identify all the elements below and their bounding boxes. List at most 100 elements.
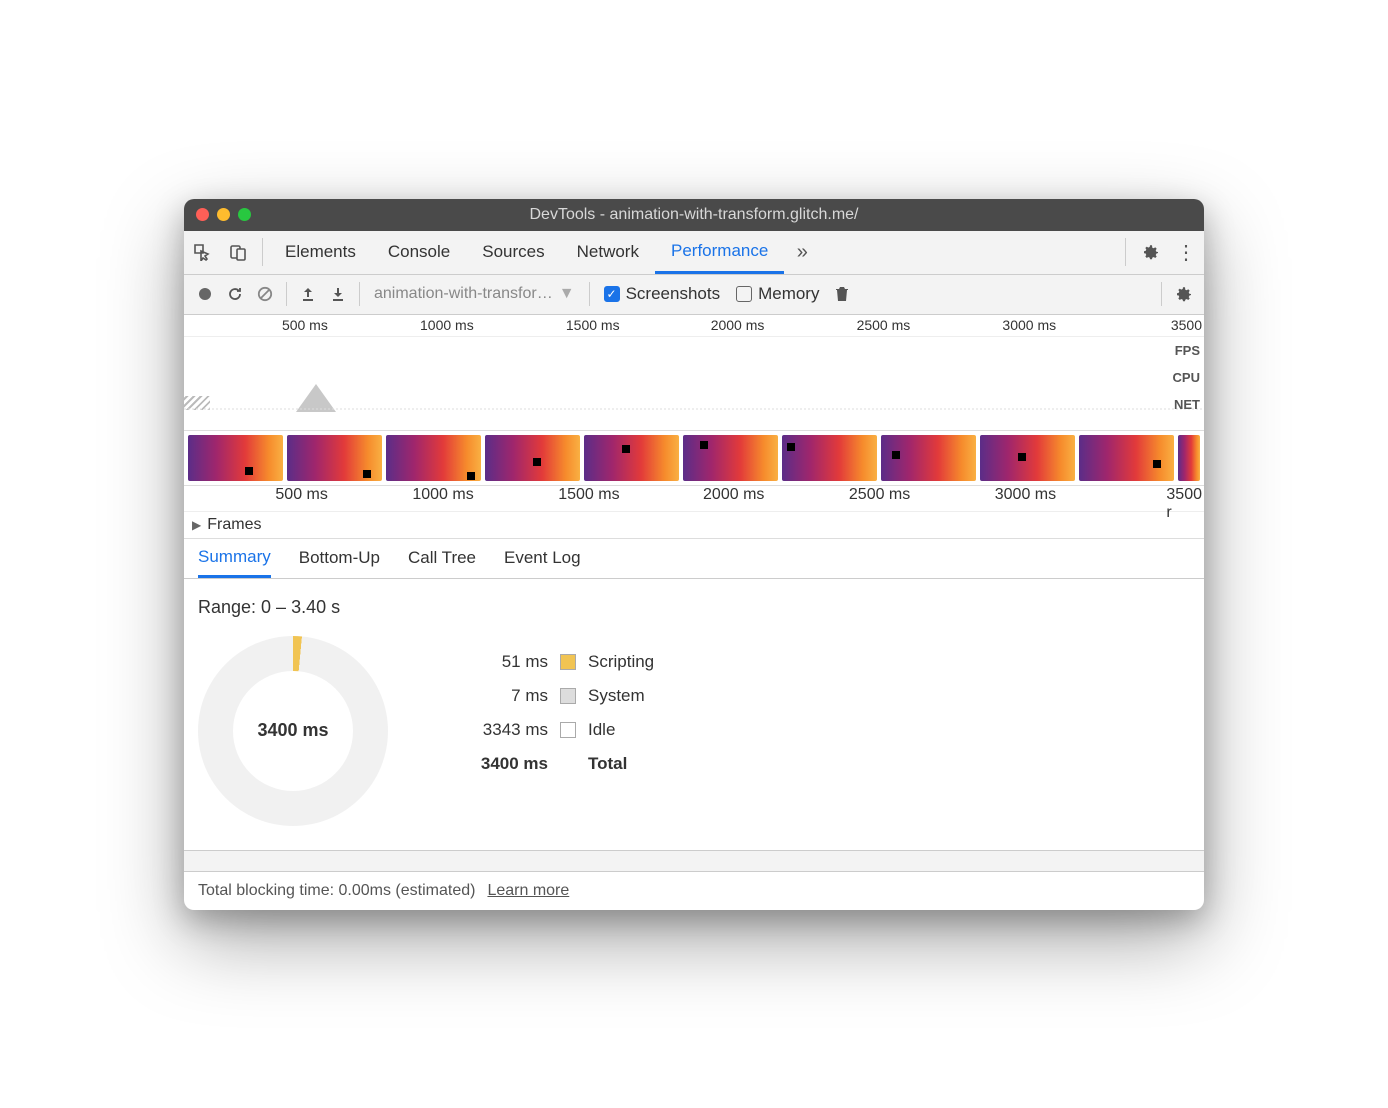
dropdown-icon: ▼ (559, 285, 575, 303)
screenshot-thumb[interactable] (683, 435, 778, 481)
flamechart-ruler[interactable]: 500 ms 1000 ms 1500 ms 2000 ms 2500 ms 3… (184, 486, 1204, 512)
screenshots-toggle[interactable]: ✓ Screenshots (596, 284, 729, 304)
drawer-resize-handle[interactable] (184, 850, 1204, 872)
ruler-tick: 1500 ms (558, 486, 621, 504)
checkbox-checked-icon[interactable]: ✓ (604, 286, 620, 302)
ruler-tick: 500 ms (275, 486, 329, 504)
tab-sources[interactable]: Sources (466, 231, 560, 274)
tab-performance[interactable]: Performance (655, 231, 784, 274)
legend-total-value: 3400 ms (458, 754, 548, 774)
device-toggle-icon[interactable] (220, 231, 256, 274)
ruler-tick: 3500 (1171, 317, 1204, 333)
settings-icon[interactable] (1132, 231, 1168, 274)
legend-value: 7 ms (458, 686, 548, 706)
screenshot-thumb[interactable] (188, 435, 283, 481)
tab-summary[interactable]: Summary (198, 539, 271, 578)
swatch-scripting-icon (560, 654, 576, 670)
ruler-tick: 3500 r (1166, 486, 1204, 522)
tab-bottom-up[interactable]: Bottom-Up (299, 539, 380, 578)
separator (262, 238, 263, 266)
legend-value: 3343 ms (458, 720, 548, 740)
memory-label: Memory (758, 284, 819, 304)
legend-label: System (588, 686, 645, 706)
donut-chart: 3400 ms (198, 636, 388, 826)
inspect-element-icon[interactable] (184, 231, 220, 274)
separator (589, 282, 590, 306)
screenshot-thumb[interactable] (584, 435, 679, 481)
ruler-tick: 2500 ms (849, 486, 912, 504)
tab-elements[interactable]: Elements (269, 231, 372, 274)
reload-icon[interactable] (220, 275, 250, 314)
expand-triangle-icon: ▶ (192, 518, 201, 532)
screenshot-thumb[interactable] (485, 435, 580, 481)
screenshot-thumb[interactable] (881, 435, 976, 481)
swatch-idle-icon (560, 722, 576, 738)
swatch-system-icon (560, 688, 576, 704)
legend-label: Idle (588, 720, 615, 740)
record-icon[interactable] (190, 275, 220, 314)
screenshot-thumb[interactable] (980, 435, 1075, 481)
overview-body (184, 337, 1204, 430)
profile-selector[interactable]: animation-with-transfor… ▼ (366, 285, 583, 303)
screenshot-thumb[interactable] (287, 435, 382, 481)
screenshot-thumb[interactable] (1178, 435, 1200, 481)
separator (1125, 238, 1126, 266)
screenshot-thumb[interactable] (386, 435, 481, 481)
legend-total-label: Total (588, 754, 627, 774)
cpu-row-label: CPU (1173, 364, 1204, 391)
memory-toggle[interactable]: Memory (728, 284, 827, 304)
legend-row-scripting: 51 ms Scripting (458, 652, 654, 672)
ruler-tick: 1500 ms (566, 317, 622, 333)
kebab-menu-icon[interactable]: ⋮ (1168, 231, 1204, 274)
ruler-tick: 1000 ms (420, 317, 476, 333)
profile-name: animation-with-transfor… (374, 285, 553, 303)
clear-icon[interactable] (250, 275, 280, 314)
titlebar: DevTools - animation-with-transform.glit… (184, 199, 1204, 231)
screenshot-thumb[interactable] (1079, 435, 1174, 481)
devtools-window: DevTools - animation-with-transform.glit… (184, 199, 1204, 910)
tab-event-log[interactable]: Event Log (504, 539, 581, 578)
total-blocking-time: Total blocking time: 0.00ms (estimated) (198, 882, 475, 900)
garbage-collect-icon[interactable] (827, 275, 857, 314)
details-tabs: Summary Bottom-Up Call Tree Event Log (184, 539, 1204, 579)
frames-label: Frames (207, 516, 261, 534)
legend-row-idle: 3343 ms Idle (458, 720, 654, 740)
tab-network[interactable]: Network (561, 231, 655, 274)
range-label: Range: 0 – 3.40 s (198, 597, 1190, 618)
learn-more-link[interactable]: Learn more (487, 882, 569, 900)
status-bar: Total blocking time: 0.00ms (estimated) … (184, 872, 1204, 910)
separator (286, 282, 287, 306)
ruler-tick: 3000 ms (1002, 317, 1058, 333)
tab-call-tree[interactable]: Call Tree (408, 539, 476, 578)
tab-console[interactable]: Console (372, 231, 466, 274)
ruler-tick: 3000 ms (995, 486, 1058, 504)
minimize-window-button[interactable] (217, 208, 230, 221)
legend: 51 ms Scripting 7 ms System 3343 ms Idle… (458, 652, 654, 788)
load-profile-icon[interactable] (293, 275, 323, 314)
screenshot-filmstrip[interactable] (184, 431, 1204, 486)
overview-row-labels: FPS CPU NET (1173, 337, 1204, 418)
legend-row-system: 7 ms System (458, 686, 654, 706)
window-title: DevTools - animation-with-transform.glit… (184, 206, 1204, 224)
separator (1161, 282, 1162, 306)
ruler-tick: 2000 ms (703, 486, 766, 504)
ruler-tick: 2000 ms (711, 317, 767, 333)
capture-settings-icon[interactable] (1168, 275, 1198, 314)
net-row-label: NET (1173, 391, 1204, 418)
performance-toolbar: animation-with-transfor… ▼ ✓ Screenshots… (184, 275, 1204, 315)
fps-row-label: FPS (1173, 337, 1204, 364)
summary-pane: Range: 0 – 3.40 s 3400 ms 51 ms Scriptin… (184, 579, 1204, 850)
more-tabs-icon[interactable]: » (784, 231, 820, 274)
save-profile-icon[interactable] (323, 275, 353, 314)
checkbox-unchecked-icon[interactable] (736, 286, 752, 302)
frames-track-header[interactable]: ▶ Frames (184, 512, 1204, 539)
separator (359, 282, 360, 306)
main-toolbar: Elements Console Sources Network Perform… (184, 231, 1204, 275)
ruler-tick: 1000 ms (412, 486, 475, 504)
close-window-button[interactable] (196, 208, 209, 221)
overview-pane[interactable]: 500 ms 1000 ms 1500 ms 2000 ms 2500 ms 3… (184, 315, 1204, 431)
legend-label: Scripting (588, 652, 654, 672)
screenshot-thumb[interactable] (782, 435, 877, 481)
zoom-window-button[interactable] (238, 208, 251, 221)
traffic-lights (196, 208, 251, 221)
